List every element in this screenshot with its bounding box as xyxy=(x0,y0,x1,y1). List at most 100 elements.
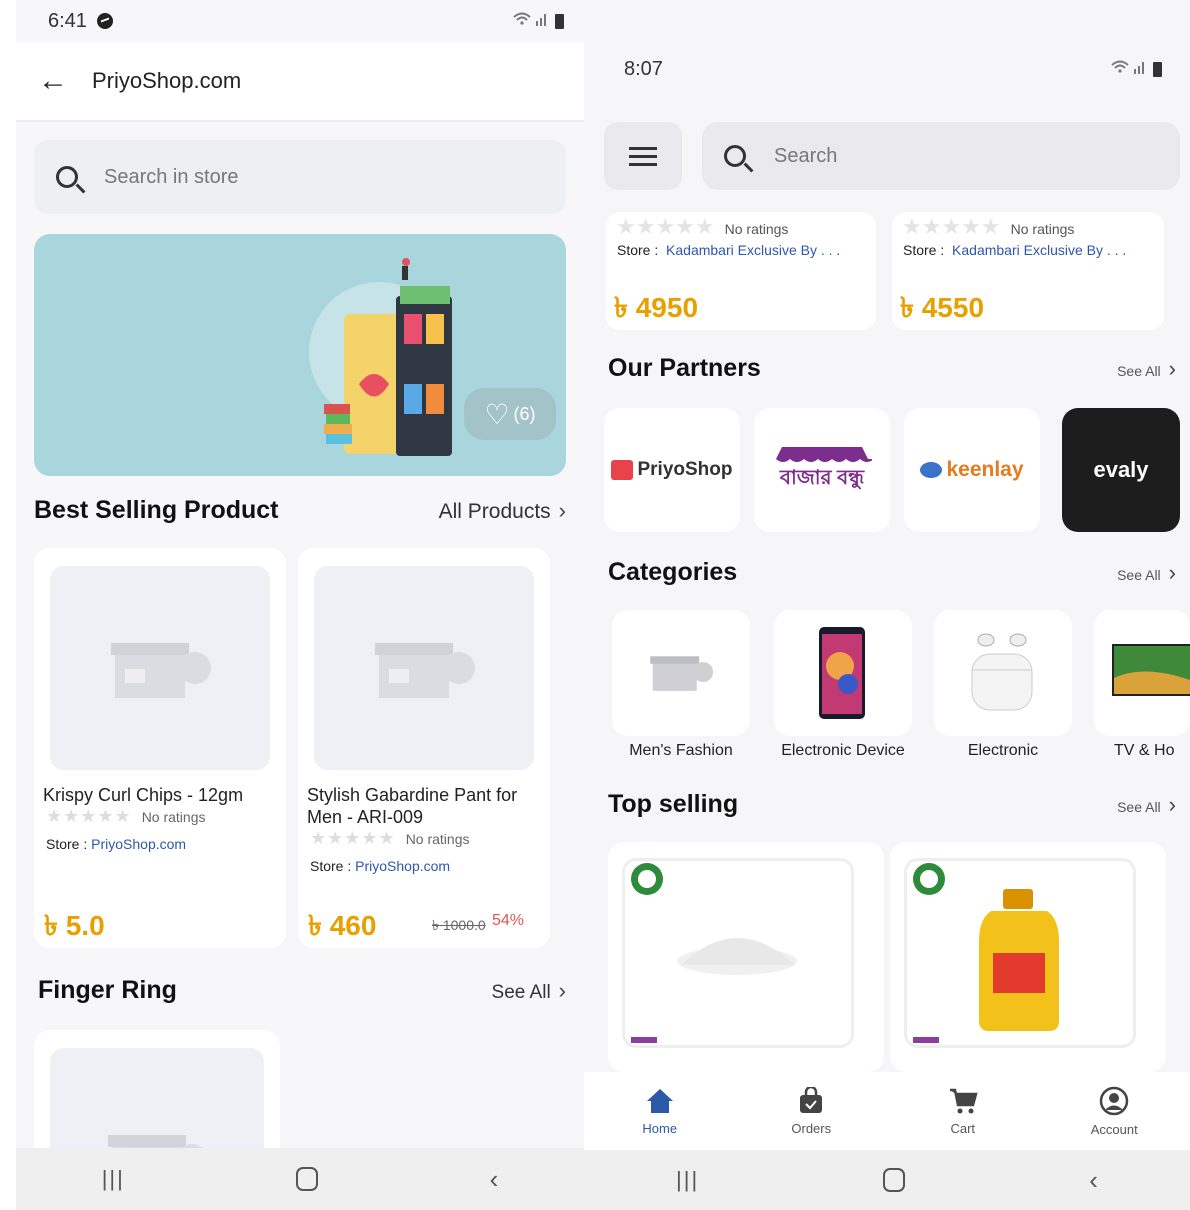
back-arrow-icon[interactable]: ← xyxy=(38,64,78,98)
account-icon xyxy=(1100,1086,1129,1115)
see-all-label: See All xyxy=(1117,798,1161,815)
store-link[interactable]: PriyoShop.com xyxy=(91,836,186,852)
home-icon xyxy=(646,1088,673,1113)
rating-stars: ★★★★★ No ratings xyxy=(616,214,789,239)
partner-logo-text: বাজার বন্ধু xyxy=(779,466,865,489)
chevron-right-icon: › xyxy=(558,977,566,1003)
system-nav-bar: ||| ‹ xyxy=(584,1150,1190,1210)
category-mens-fashion[interactable] xyxy=(612,610,750,736)
salt-product-image xyxy=(631,863,797,1043)
tab-orders[interactable]: Orders xyxy=(751,1086,871,1136)
tv-icon xyxy=(1112,644,1190,696)
category-label: Electronic xyxy=(967,742,1039,759)
battery-icon xyxy=(555,14,564,29)
see-all-label: See All xyxy=(1117,362,1161,379)
category-label: TV & Ho xyxy=(1114,742,1175,759)
top-selling-card[interactable] xyxy=(608,842,884,1072)
category-label: Electronic Device xyxy=(781,742,905,759)
store-label: Store : xyxy=(46,836,88,852)
finger-ring-title: Finger Ring xyxy=(38,976,177,1004)
store-label: Store : xyxy=(617,242,659,258)
product-name: Stylish Gabardine Pant for Men - ARI-009 xyxy=(307,785,518,827)
system-nav-bar: ||| ‹ xyxy=(16,1148,584,1210)
battery-icon xyxy=(1153,62,1162,77)
rating-stars: ★★★★★ No ratings xyxy=(46,806,206,826)
home-circle-icon[interactable] xyxy=(296,1167,319,1191)
product-store: Store : PriyoShop.com xyxy=(46,836,186,852)
category-electronic[interactable] xyxy=(934,610,1072,736)
store-label: Store : xyxy=(903,242,945,258)
store-label: Store : xyxy=(310,858,352,874)
tab-label: Cart xyxy=(950,1120,976,1136)
status-bar: 6:41 xyxy=(16,8,584,34)
all-products-link[interactable]: All Products › xyxy=(439,498,566,524)
recent-apps-icon[interactable]: ||| xyxy=(102,1166,125,1192)
partners-see-all[interactable]: See All › xyxy=(1117,356,1176,382)
finger-ring-see-all[interactable]: See All › xyxy=(492,978,566,1004)
product-card[interactable]: ★★★★★ No ratings Store : Kadambari Exclus… xyxy=(606,212,876,330)
airpods-icon xyxy=(971,633,1033,711)
store-link[interactable]: Kadambari Exclusive By . . . xyxy=(666,242,840,258)
categories-title: Categories xyxy=(608,558,738,586)
system-back-icon[interactable]: ‹ xyxy=(490,1164,499,1195)
wifi-signal-icon xyxy=(1111,60,1144,74)
product-price: ৳ 460 xyxy=(308,910,377,941)
finger-ring-header: Finger Ring See All › xyxy=(38,976,566,1005)
system-back-icon[interactable]: ‹ xyxy=(1089,1165,1098,1196)
wishlist-button[interactable]: ♡ (6) xyxy=(464,388,556,440)
partner-logo-text: evaly xyxy=(1093,457,1149,482)
product-store: Store : Kadambari Exclusive By . . . xyxy=(903,242,1126,258)
tab-label: Orders xyxy=(791,1120,832,1136)
category-electronic-device[interactable] xyxy=(774,610,912,736)
rating-stars: ★★★★★ No ratings xyxy=(310,828,470,848)
tab-cart[interactable]: Cart xyxy=(903,1087,1023,1136)
app-header: ← PriyoShop.com xyxy=(16,42,584,122)
status-bar: 8:07 xyxy=(584,56,1190,82)
menu-line xyxy=(629,146,657,150)
product-price: ৳ 5.0 xyxy=(44,910,105,941)
product-card[interactable]: ★★★★★ No ratings Store : Kadambari Exclus… xyxy=(892,212,1164,330)
rating-text: No ratings xyxy=(1010,221,1075,237)
partner-logo-text: PriyoShop xyxy=(637,459,733,480)
store-link[interactable]: Kadambari Exclusive By . . . xyxy=(952,242,1126,258)
home-circle-icon[interactable] xyxy=(883,1168,906,1192)
hamburger-menu-button[interactable] xyxy=(604,122,682,190)
heart-icon: ♡ xyxy=(484,398,510,430)
keenlay-logo-icon xyxy=(920,462,943,478)
tab-label: Home xyxy=(642,1120,678,1136)
search-input[interactable]: Search xyxy=(702,122,1180,190)
product-old-price: ৳ 1000.0 xyxy=(432,917,486,933)
category-tv[interactable] xyxy=(1094,610,1190,736)
all-products-label: All Products xyxy=(438,499,551,523)
discount-badge: 54% xyxy=(492,912,525,929)
see-all-label: See All xyxy=(1117,566,1161,583)
recent-apps-icon[interactable]: ||| xyxy=(676,1167,699,1193)
store-search-input[interactable]: Search in store xyxy=(34,140,566,214)
wifi-signal-icon xyxy=(513,12,546,26)
tab-label: Account xyxy=(1090,1121,1138,1137)
product-image xyxy=(622,858,854,1048)
partner-bazar-bondhu[interactable]: বাজার বন্ধু xyxy=(754,408,890,532)
tab-account[interactable]: Account xyxy=(1054,1086,1174,1137)
tab-home[interactable]: Home xyxy=(600,1087,720,1136)
store-link[interactable]: PriyoShop.com xyxy=(355,858,450,874)
status-time: 8:07 xyxy=(624,57,663,80)
partner-priyoshop[interactable]: PriyoShop xyxy=(604,408,740,532)
partner-evaly[interactable]: evaly xyxy=(1062,408,1180,532)
search-placeholder: Search xyxy=(774,144,838,167)
product-image-placeholder xyxy=(50,566,270,770)
product-card[interactable]: Stylish Gabardine Pant for Men - ARI-009… xyxy=(298,548,550,948)
top-selling-card[interactable] xyxy=(890,842,1166,1072)
best-selling-header: Best Selling Product All Products › xyxy=(34,496,566,525)
categories-see-all[interactable]: See All › xyxy=(1117,560,1176,586)
search-icon xyxy=(724,145,746,167)
product-card[interactable]: Krispy Curl Chips - 12gm ★★★★★ No ratings… xyxy=(34,548,286,948)
top-selling-header: Top selling See All › xyxy=(608,790,1176,819)
top-selling-see-all[interactable]: See All › xyxy=(1117,792,1176,818)
chevron-right-icon: › xyxy=(1168,355,1176,381)
menu-line xyxy=(629,154,657,158)
product-price: ৳ 4950 xyxy=(614,292,699,323)
shopping-bag-icon xyxy=(800,1086,823,1113)
partner-keenlay[interactable]: keenlay xyxy=(904,408,1040,532)
product-store: Store : PriyoShop.com xyxy=(310,858,450,874)
